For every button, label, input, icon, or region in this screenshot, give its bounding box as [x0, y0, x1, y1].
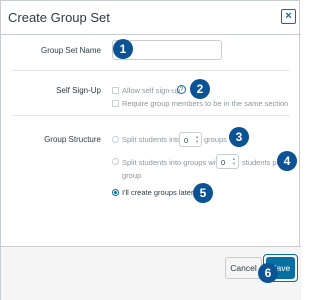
stepper-arrows-icon[interactable]: ▲ ▼ [232, 156, 236, 166]
group-count-stepper[interactable]: 0 ▲ ▼ [179, 132, 202, 147]
dialog-title: Create Group Set [8, 10, 110, 25]
callout-badge-6: 6 [258, 263, 278, 283]
split-into-prefix-text: Split students into [122, 135, 182, 144]
require-same-section-label: Require group members to be in the same … [122, 99, 289, 108]
callout-badge-4: 4 [277, 151, 297, 171]
callout-badge-1: 1 [113, 39, 133, 59]
callout-badge-2: 2 [190, 79, 210, 99]
allow-self-signup-label: Allow self sign-up [122, 86, 181, 95]
section-divider [12, 70, 290, 71]
create-group-set-dialog: Create Group Set × Group Set Name 1 Self… [0, 0, 301, 300]
group-count-value: 0 [184, 136, 189, 145]
stepper-arrows-icon[interactable]: ▲ ▼ [195, 134, 199, 144]
callout-badge-5: 5 [193, 183, 213, 203]
require-same-section-checkbox[interactable] [112, 100, 119, 107]
help-icon[interactable]: ? [177, 85, 186, 94]
students-per-group-stepper[interactable]: 0 ▲ ▼ [216, 154, 239, 169]
group-structure-label: Group Structure [44, 135, 101, 144]
split-with-suffix2-text: group [122, 171, 142, 180]
students-per-group-value: 0 [221, 158, 226, 167]
create-later-label: I'll create groups later [122, 188, 194, 197]
self-signup-label: Self Sign-Up [56, 86, 101, 95]
cancel-button[interactable]: Cancel [225, 257, 262, 279]
split-by-size-radio[interactable] [112, 158, 119, 165]
close-icon[interactable]: × [281, 9, 296, 24]
split-with-prefix-text: Split students into groups with [122, 158, 222, 167]
callout-badge-3: 3 [229, 127, 249, 147]
allow-self-signup-checkbox[interactable] [112, 87, 119, 94]
create-later-radio[interactable] [112, 189, 119, 196]
group-set-name-label: Group Set Name [40, 46, 101, 55]
section-divider [12, 115, 290, 116]
split-into-groups-radio[interactable] [112, 136, 119, 143]
dialog-header: Create Group Set × [1, 1, 301, 35]
split-into-suffix-text: groups [204, 135, 227, 144]
